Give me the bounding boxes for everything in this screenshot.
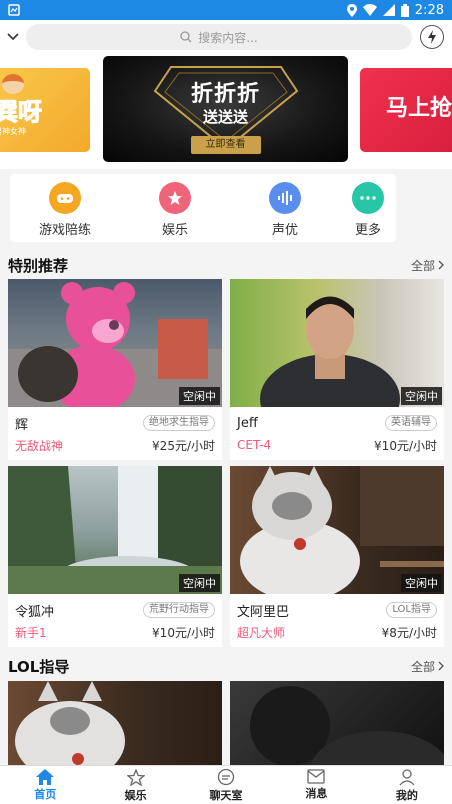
nav-label: 聊天室 — [209, 789, 243, 802]
signal-icon — [382, 4, 395, 16]
chevron-down-icon[interactable] — [0, 20, 26, 54]
provider-card[interactable]: 空闲中 文阿里巴 LOL指导 超凡大师 ¥8元/小时 — [230, 466, 444, 647]
provider-name: Jeff — [237, 415, 258, 431]
provider-photo — [230, 681, 444, 765]
category-label: 声优 — [272, 223, 299, 238]
banner-carousel[interactable]: 巽呀 男神女神 折折折 送送送 立即查看 马上抢 — [0, 54, 452, 169]
status-badge: 空闲中 — [401, 387, 442, 405]
nav-label: 我的 — [395, 789, 418, 802]
provider-card[interactable]: 空闲中 Jeff 英语辅导 CET-4 ¥10元/小时 — [230, 279, 444, 460]
flash-icon[interactable] — [420, 25, 444, 49]
provider-name: 文阿里巴 — [237, 604, 290, 620]
category-entertainment[interactable]: 娱乐 — [120, 174, 230, 242]
nav-messages[interactable]: 消息 — [271, 766, 361, 804]
provider-photo: 空闲中 — [8, 466, 222, 594]
user-icon — [399, 769, 415, 786]
banner-right[interactable]: 马上抢 — [360, 68, 452, 152]
banner-center-title: 折折折 — [190, 82, 260, 107]
status-time: 2:28 — [414, 2, 444, 18]
location-icon — [346, 3, 357, 17]
nav-label: 首页 — [34, 788, 57, 801]
cat-image — [15, 681, 125, 765]
top-bar: 搜索内容... — [0, 20, 452, 54]
provider-rank: 无敌战神 — [15, 438, 64, 453]
see-all-link[interactable]: 全部 — [411, 257, 444, 274]
nav-profile[interactable]: 我的 — [362, 766, 452, 804]
provider-photo: 空闲中 — [230, 466, 444, 594]
search-input[interactable]: 搜索内容... — [26, 24, 412, 50]
provider-photo: 空闲中 — [8, 279, 222, 407]
provider-card[interactable] — [230, 681, 444, 765]
provider-card[interactable]: 空闲中 令狐冲 荒野行动指导 新手1 ¥10元/小时 — [8, 466, 222, 647]
provider-card[interactable] — [8, 681, 222, 765]
see-all-link[interactable]: 全部 — [411, 658, 444, 675]
provider-rank: CET-4 — [237, 438, 272, 452]
provider-name: 令狐冲 — [15, 604, 55, 620]
skill-tag: 英语辅导 — [385, 415, 437, 431]
bottom-nav: 首页 娱乐 聊天室 消息 我的 — [0, 765, 452, 804]
category-row: 游戏陪练 娱乐 声优 更多 — [10, 174, 396, 242]
search-placeholder: 搜索内容... — [198, 30, 258, 45]
category-game[interactable]: 游戏陪练 — [10, 174, 120, 242]
home-icon — [36, 769, 55, 785]
status-badge: 空闲中 — [179, 387, 220, 405]
category-more[interactable]: 更多 — [340, 174, 396, 242]
provider-price: ¥10元/小时 — [374, 438, 437, 453]
provider-name: 辉 — [15, 417, 29, 433]
provider-price: ¥25元/小时 — [152, 438, 215, 453]
provider-price: ¥8元/小时 — [381, 625, 437, 640]
provider-photo: 空闲中 — [230, 279, 444, 407]
skill-tag: 绝地求生指导 — [143, 415, 215, 431]
see-all-label: 全部 — [410, 258, 435, 273]
section-title: 特别推荐 — [8, 256, 69, 275]
more-icon — [352, 182, 385, 214]
status-badge: 空闲中 — [179, 574, 220, 592]
skill-tag: 荒野行动指导 — [143, 602, 215, 618]
battery-icon — [400, 3, 409, 17]
provider-rank: 新手1 — [15, 625, 47, 640]
banner-right-text: 马上抢 — [386, 96, 452, 121]
voice-icon — [269, 182, 302, 214]
cartoon-avatar-icon — [2, 74, 24, 94]
category-label: 娱乐 — [162, 223, 189, 238]
see-all-label: 全部 — [410, 659, 435, 674]
chevron-right-icon — [438, 260, 444, 270]
banner-center[interactable]: 折折折 送送送 立即查看 — [103, 56, 348, 162]
nav-home[interactable]: 首页 — [0, 766, 90, 804]
section-lol-header: LOL指导 全部 — [0, 652, 452, 680]
wifi-icon — [362, 4, 377, 16]
section-title: LOL指导 — [8, 657, 70, 676]
provider-rank: 超凡大师 — [237, 625, 286, 640]
portrait-image — [250, 686, 444, 765]
provider-card[interactable]: 空闲中 辉 绝地求生指导 无敌战神 ¥25元/小时 — [8, 279, 222, 460]
chevron-right-icon — [438, 661, 444, 671]
banner-center-subtitle: 送送送 — [202, 108, 248, 126]
category-label: 游戏陪练 — [39, 223, 92, 238]
star-icon — [126, 769, 145, 786]
banner-left[interactable]: 巽呀 男神女神 — [0, 68, 90, 152]
category-label: 更多 — [355, 223, 382, 238]
skill-tag: LOL指导 — [386, 602, 437, 618]
section-special-header: 特别推荐 全部 — [0, 251, 452, 279]
nav-label: 消息 — [305, 787, 328, 800]
gamepad-icon — [49, 182, 81, 214]
provider-price: ¥10元/小时 — [152, 625, 215, 640]
status-bar: 2:28 — [0, 0, 452, 20]
banner-left-sub: 男神女神 — [0, 127, 26, 136]
category-voice[interactable]: 声优 — [230, 174, 340, 242]
provider-photo — [8, 681, 222, 765]
mail-icon — [307, 769, 326, 784]
chat-icon — [217, 769, 235, 786]
search-icon — [180, 31, 192, 43]
nav-chatroom[interactable]: 聊天室 — [181, 766, 271, 804]
notification-icon — [8, 4, 20, 16]
status-badge: 空闲中 — [401, 574, 442, 592]
banner-view-button[interactable]: 立即查看 — [190, 136, 261, 154]
nav-label: 娱乐 — [124, 789, 147, 802]
banner-left-text: 巽呀 — [0, 98, 43, 127]
nav-entertainment[interactable]: 娱乐 — [90, 766, 180, 804]
star-icon — [159, 182, 192, 214]
